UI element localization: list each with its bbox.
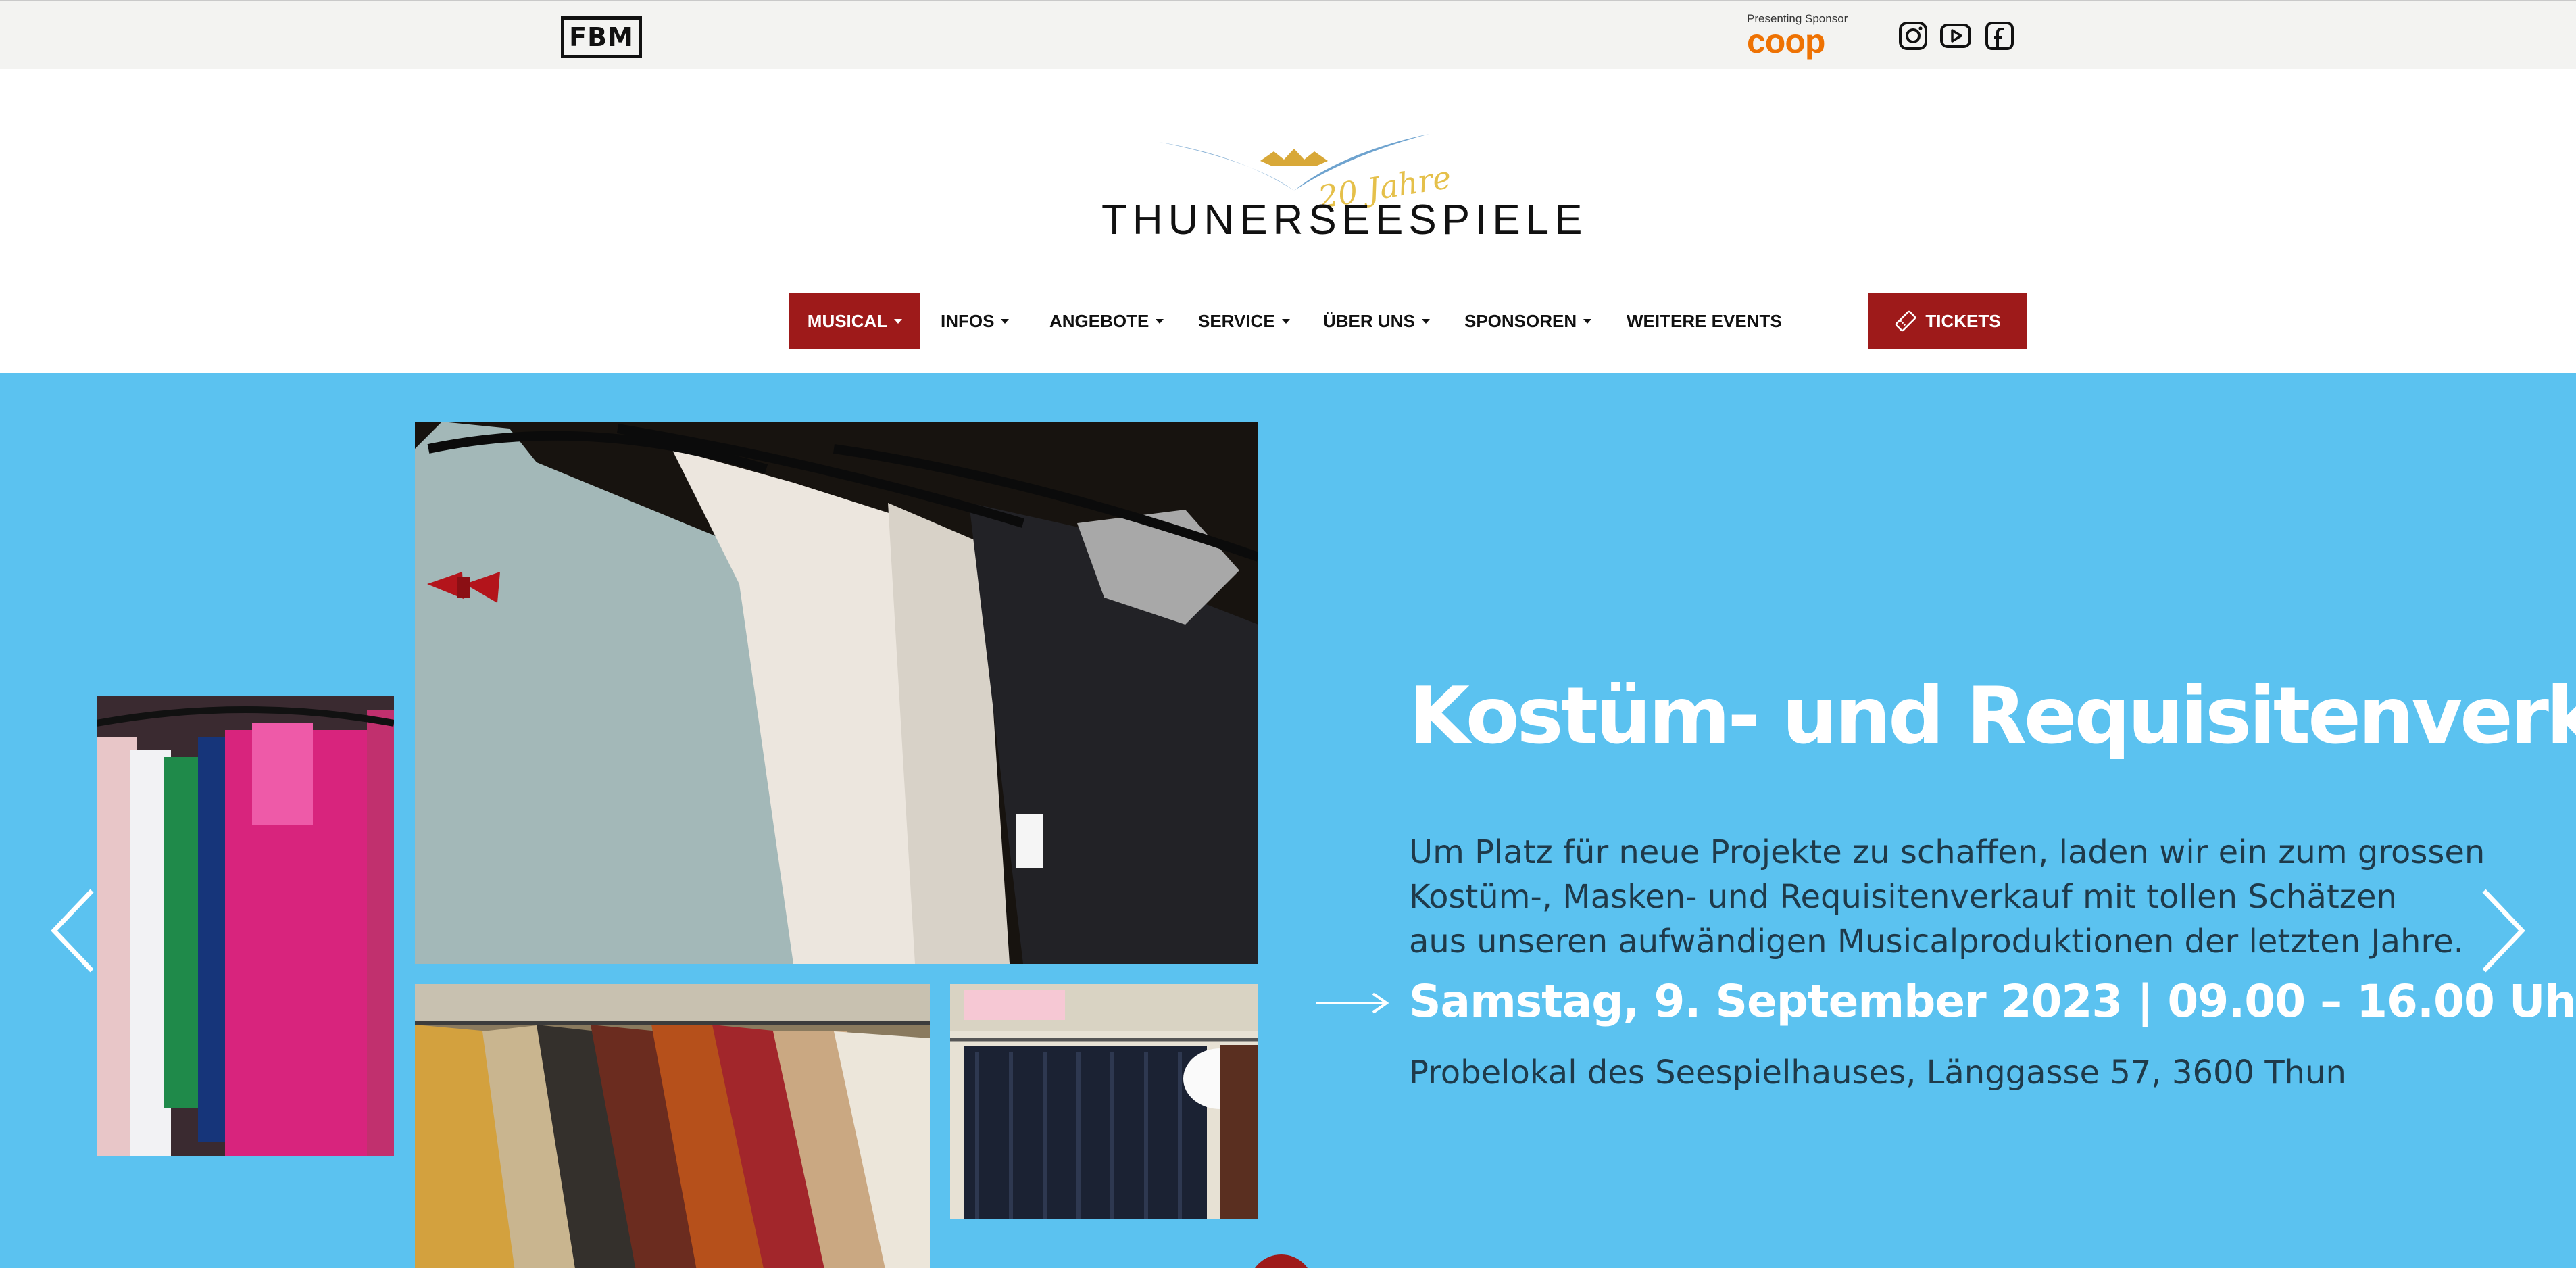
main-navigation: MUSICAL INFOS ANGEBOTE SERVICE ÜBER UNS … (0, 293, 2576, 349)
ticket-icon (1896, 310, 1916, 332)
brand-name: THUNERSEESPIELE (1101, 197, 1588, 243)
caret-down-icon (1583, 318, 1592, 324)
nav-item-label: ANGEBOTE (1049, 310, 1149, 331)
nav-item-label: SERVICE (1198, 310, 1275, 331)
facebook-icon[interactable] (1983, 20, 2016, 52)
hero-slider: Kostüm- und Requisitenverkauf Um Platz f… (0, 373, 2576, 1268)
nav-item-label: INFOS (941, 310, 995, 331)
caret-down-icon (1156, 318, 1164, 324)
nav-item-angebote[interactable]: ANGEBOTE (1049, 293, 1164, 349)
nav-item-label: SPONSOREN (1464, 310, 1577, 331)
instagram-icon[interactable] (1897, 20, 1929, 52)
costume-photo-coats (415, 984, 930, 1268)
nav-item-ueber-uns[interactable]: ÜBER UNS (1323, 293, 1430, 349)
site-logo[interactable]: 20 Jahre THUNERSEESPIELE (1081, 128, 1583, 250)
scroll-down-button[interactable] (1249, 1254, 1314, 1268)
nav-item-musical[interactable]: MUSICAL (789, 293, 920, 349)
hero-title: Kostüm- und Requisitenverkauf (1409, 670, 2576, 762)
hero-description-line: Kostüm-, Masken- und Requisitenverkauf m… (1409, 878, 2397, 916)
hero-description: Um Platz für neue Projekte zu schaffen, … (1409, 830, 2531, 964)
hero-description-line: Um Platz für neue Projekte zu schaffen, … (1409, 833, 2485, 871)
tickets-label: TICKETS (1925, 310, 2001, 331)
fbm-logo-text: FBM (569, 22, 634, 52)
nav-item-label: MUSICAL (807, 310, 888, 331)
youtube-icon[interactable] (1939, 20, 1972, 52)
event-date: Samstag, 9. September 2023 | 09.00 – 16.… (1409, 975, 2576, 1027)
caret-down-icon (1001, 318, 1010, 324)
nav-item-label: ÜBER UNS (1323, 310, 1415, 331)
nav-item-label: WEITERE EVENTS (1627, 310, 1782, 331)
caret-down-icon (1421, 318, 1430, 324)
top-bar: FBM Presenting Sponsor coop (0, 0, 2576, 69)
nav-item-infos[interactable]: INFOS (941, 293, 1010, 349)
event-location: Probelokal des Seespielhauses, Länggasse… (1409, 1054, 2346, 1092)
hero-description-line: aus unseren aufwändigen Musicalproduktio… (1409, 923, 2464, 960)
nav-item-weitere-events[interactable]: WEITERE EVENTS (1627, 293, 1782, 349)
costume-photo-left (97, 696, 394, 1156)
costume-photo-jackets (950, 984, 1258, 1219)
caret-down-icon (1281, 318, 1290, 324)
costume-photo-main (415, 422, 1258, 964)
sponsor-logo: coop (1747, 22, 1825, 60)
arrow-right-icon (1315, 990, 1389, 1017)
caret-down-icon (894, 318, 903, 324)
tickets-button[interactable]: TICKETS (1868, 293, 2027, 349)
fbm-logo[interactable]: FBM (561, 16, 642, 58)
presenting-sponsor[interactable]: Presenting Sponsor coop (1747, 12, 1868, 64)
nav-item-sponsoren[interactable]: SPONSOREN (1464, 293, 1592, 349)
slider-prev-arrow-icon[interactable] (47, 887, 101, 975)
nav-item-service[interactable]: SERVICE (1198, 293, 1290, 349)
